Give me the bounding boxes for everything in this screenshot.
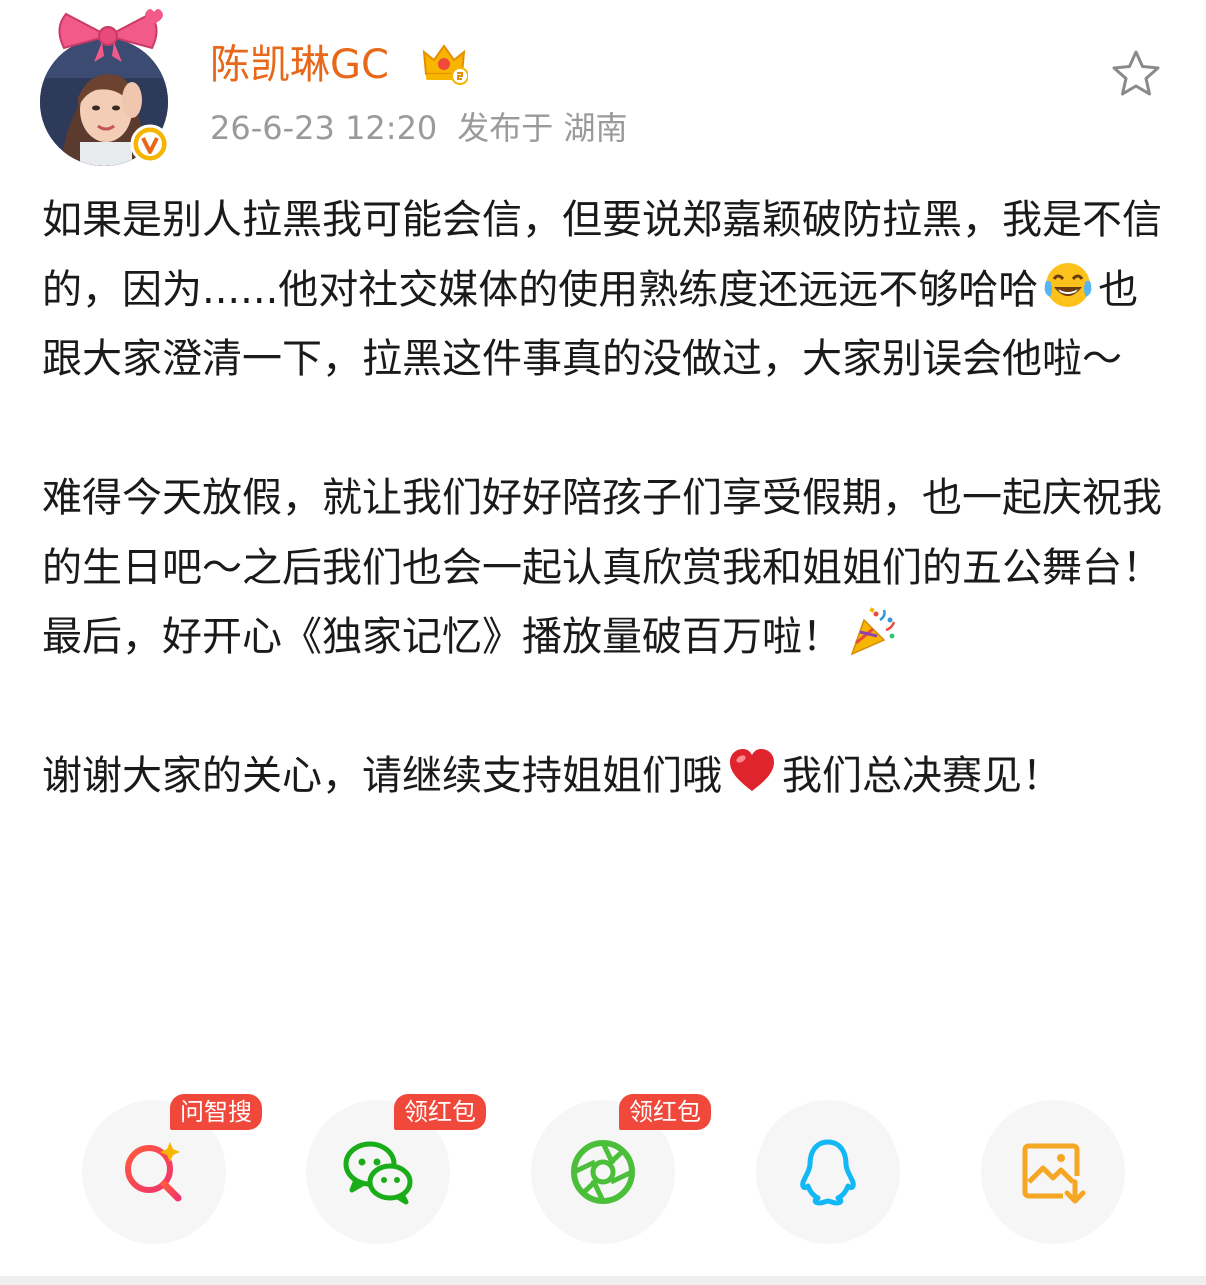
post-paragraph: 如果是别人拉黑我可能会信，但要说郑嘉颖破防拉黑，我是不信的，因为......他对… — [42, 197, 1162, 382]
qq-penguin-icon — [800, 1139, 856, 1206]
laughing-tears-emoji — [1044, 262, 1092, 307]
post-meta: 26-6-23 12:20 发布于 湖南 — [210, 106, 627, 150]
ai-search-icon — [125, 1142, 182, 1202]
verified-badge-icon — [130, 124, 170, 164]
favorite-star-icon[interactable] — [1108, 46, 1164, 102]
post-text: 如果是别人拉黑我可能会信，但要说郑嘉颖破防拉黑，我是不信的，因为......他对… — [42, 186, 1172, 812]
share-save-image-button[interactable] — [981, 1100, 1125, 1244]
post-timestamp: 26-6-23 12:20 — [210, 109, 438, 147]
pink-bow-icon — [58, 9, 163, 62]
moments-aperture-icon — [571, 1140, 635, 1204]
vip-crown-icon — [422, 44, 468, 85]
party-popper-emoji — [850, 607, 896, 656]
username[interactable]: 陈凯琳GC — [210, 40, 389, 90]
bottom-divider — [0, 1276, 1206, 1285]
wechat-icon — [343, 1141, 413, 1205]
save-image-icon — [1022, 1143, 1086, 1204]
post-header: 陈凯琳GC 26-6-23 12:20 发布于 湖南 — [0, 0, 1206, 170]
share-bar: 问智搜 领红包 领红包 — [0, 1090, 1206, 1260]
share-tag: 领红包 — [619, 1094, 711, 1130]
share-tag: 问智搜 — [170, 1094, 262, 1130]
share-qq-button[interactable] — [756, 1100, 900, 1244]
post-paragraph: 谢谢大家的关心，请继续支持姐姐们哦 我们总决赛见！ — [42, 742, 1172, 812]
post-location: 发布于 湖南 — [457, 109, 628, 147]
red-heart-emoji — [730, 749, 774, 791]
post-paragraph: 难得今天放假，就让我们好好陪孩子们享受假期，也一起庆祝我的生日吧～之后我们也会一… — [42, 475, 1162, 660]
share-tag: 领红包 — [394, 1094, 486, 1130]
avatar[interactable] — [40, 9, 170, 166]
